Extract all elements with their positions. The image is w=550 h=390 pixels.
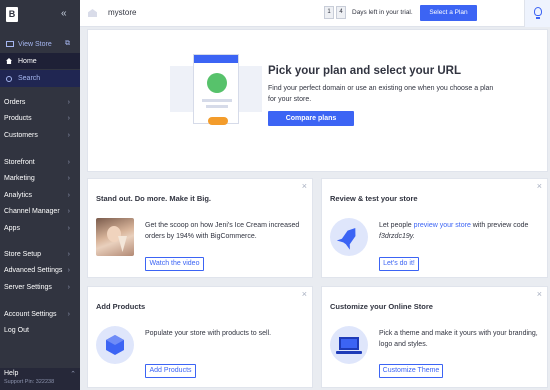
view-store-link[interactable]: View Store ⧉ <box>0 36 80 52</box>
sidebar-item-account-settings[interactable]: Account Settings › <box>0 306 80 323</box>
browser-illustration-icon <box>170 54 262 138</box>
trial-text: Days left in your trial. <box>352 9 413 16</box>
sidebar-item-log-out[interactable]: Log Out <box>0 323 80 340</box>
card-title: Review & test your store <box>330 194 418 203</box>
compare-plans-button[interactable]: Compare plans <box>268 111 354 126</box>
standout-card: × Stand out. Do more. Make it Big. Get t… <box>87 178 313 278</box>
chevron-right-icon: › <box>67 115 70 123</box>
sidebar-item-marketing[interactable]: Marketing › <box>0 171 80 188</box>
chevron-right-icon: › <box>67 158 70 166</box>
sidebar-item-apps[interactable]: Apps › <box>0 220 80 237</box>
chevron-right-icon: › <box>67 98 70 106</box>
sidebar-item-home[interactable]: Home <box>0 53 80 69</box>
chevron-right-icon: › <box>67 224 70 232</box>
sidebar-item-analytics[interactable]: Analytics › <box>0 187 80 204</box>
card-title: Stand out. Do more. Make it Big. <box>96 194 212 203</box>
rocket-icon <box>330 218 368 256</box>
customize-card: × Customize your Online Store Pick a the… <box>321 286 548 388</box>
store-icon <box>88 9 97 17</box>
help-label: Help <box>4 370 19 377</box>
card-title: Add Products <box>96 302 146 311</box>
preview-code: f3drzdc19y. <box>379 233 415 240</box>
search-label: Search <box>18 75 41 82</box>
review-card: × Review & test your store Let people pr… <box>321 178 548 278</box>
customize-theme-button[interactable]: Customize Theme <box>379 364 443 378</box>
support-pin: Support Pin: 322238 <box>4 379 55 385</box>
chevron-right-icon: › <box>67 131 70 139</box>
sidebar: B « View Store ⧉ Home Search Orders › Pro… <box>0 0 80 390</box>
card-text: Pick a theme and make it yours with your… <box>379 330 538 348</box>
hero-description: Find your perfect domain or use an exist… <box>268 85 494 103</box>
card-text: Populate your store with products to sel… <box>145 330 272 337</box>
nav-group-commerce: Orders › Products › Customers › <box>0 94 80 144</box>
double-chevron-left-icon[interactable]: « <box>61 8 67 19</box>
nav-group-settings: Store Setup › Advanced Settings › Server S… <box>0 246 80 296</box>
trial-digit: 4 <box>336 6 346 19</box>
external-link-icon: ⧉ <box>65 40 70 47</box>
chevron-right-icon: › <box>67 283 70 291</box>
plan-hero-card: Pick your plan and select your URL Find … <box>87 29 548 172</box>
hero-title: Pick your plan and select your URL <box>268 65 461 77</box>
laptop-icon <box>330 326 368 364</box>
box-icon <box>96 326 134 364</box>
preview-store-link[interactable]: preview your store <box>414 222 471 229</box>
lets-do-it-button[interactable]: Let's do it! <box>379 257 419 271</box>
sidebar-item-channel-manager[interactable]: Channel Manager › <box>0 204 80 221</box>
card-title: Customize your Online Store <box>330 302 433 311</box>
nav-group-account: Account Settings › Log Out <box>0 306 80 339</box>
lightbulb-icon[interactable] <box>524 0 550 27</box>
chevron-right-icon: › <box>67 310 70 318</box>
sidebar-item-label: Home <box>18 57 37 65</box>
chevron-up-icon: ⌃ <box>70 371 76 378</box>
chevron-right-icon: › <box>67 175 70 183</box>
sidebar-item-orders[interactable]: Orders › <box>0 94 80 111</box>
customer-photo <box>96 218 134 256</box>
view-store-label: View Store <box>18 40 52 48</box>
chevron-right-icon: › <box>67 250 70 258</box>
search-icon <box>6 75 12 82</box>
close-icon[interactable]: × <box>302 181 307 191</box>
sidebar-item-products[interactable]: Products › <box>0 111 80 128</box>
add-products-button[interactable]: Add Products <box>145 364 196 378</box>
card-text: Get the scoop on how Jeni's Ice Cream in… <box>145 222 300 240</box>
sidebar-header: B « <box>0 0 80 32</box>
sidebar-item-storefront[interactable]: Storefront › <box>0 154 80 171</box>
chevron-right-icon: › <box>67 191 70 199</box>
add-products-card: × Add Products Populate your store with … <box>87 286 313 388</box>
watch-video-button[interactable]: Watch the video <box>145 257 204 271</box>
trial-digit: 1 <box>324 6 334 19</box>
home-icon <box>6 58 12 64</box>
close-icon[interactable]: × <box>302 289 307 299</box>
trial-counter: 1 4 Days left in your trial. <box>324 6 413 19</box>
sidebar-item-customers[interactable]: Customers › <box>0 127 80 144</box>
select-plan-button[interactable]: Select a Plan <box>420 5 477 21</box>
sidebar-item-advanced-settings[interactable]: Advanced Settings › <box>0 263 80 280</box>
close-icon[interactable]: × <box>537 289 542 299</box>
store-name: mystore <box>108 8 137 17</box>
sidebar-search[interactable]: Search <box>0 70 80 87</box>
nav-group-channels: Storefront › Marketing › Analytics › Channe… <box>0 154 80 237</box>
top-bar: mystore 1 4 Days left in your trial. Sel… <box>80 0 550 27</box>
sidebar-item-server-settings[interactable]: Server Settings › <box>0 279 80 296</box>
help-section[interactable]: Help ⌃ Support Pin: 322238 <box>0 368 80 390</box>
chevron-right-icon: › <box>67 208 70 216</box>
bigcommerce-logo[interactable]: B <box>6 7 18 22</box>
chevron-right-icon: › <box>67 267 70 275</box>
sidebar-item-store-setup[interactable]: Store Setup › <box>0 246 80 263</box>
storefront-icon <box>6 41 14 47</box>
card-text: Let people preview your store with previ… <box>379 222 529 240</box>
close-icon[interactable]: × <box>537 181 542 191</box>
